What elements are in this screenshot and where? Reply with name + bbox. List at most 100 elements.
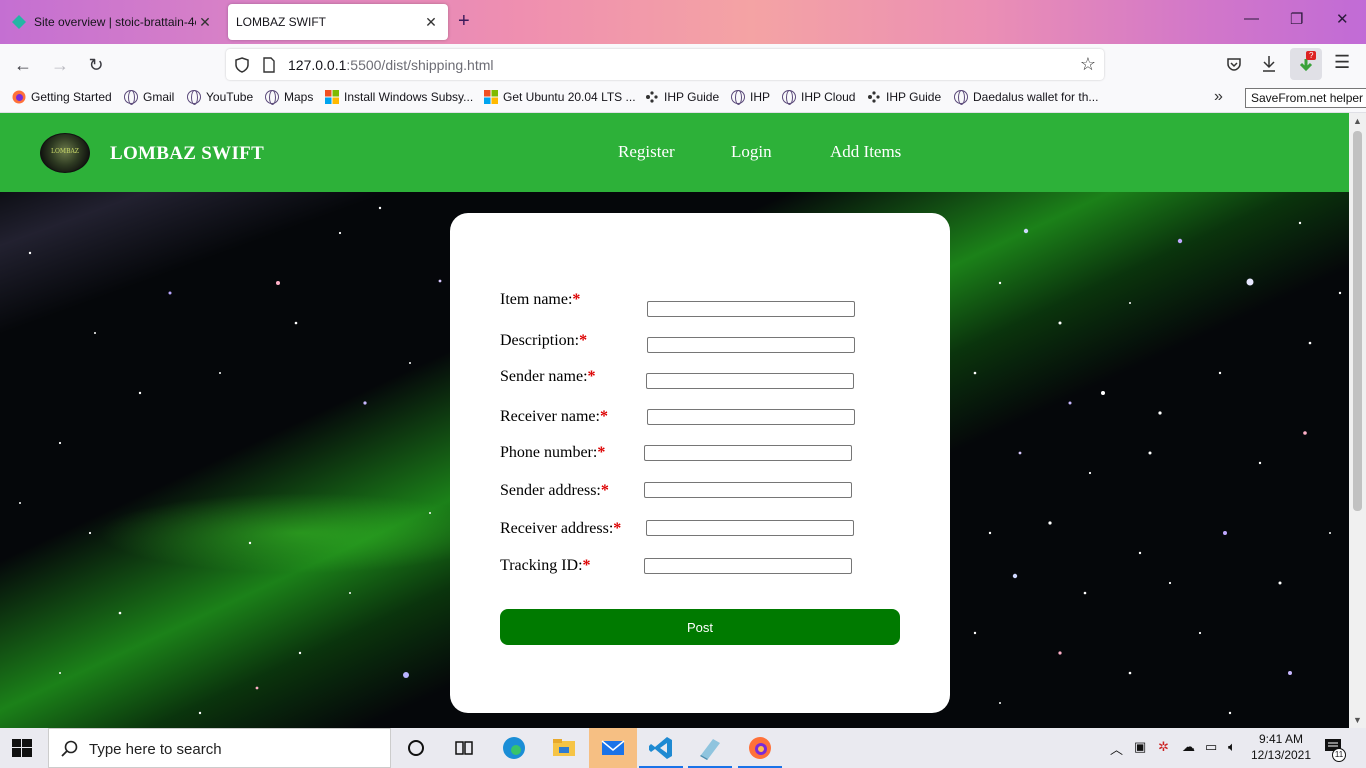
- tab-lombaz-swift[interactable]: LOMBAZ SWIFT ✕: [228, 4, 448, 40]
- bookmark-daedalus-wallet[interactable]: Daedalus wallet for th...: [954, 90, 1099, 105]
- shield-icon[interactable]: [234, 57, 250, 73]
- bookmark-label: IHP: [750, 90, 771, 104]
- cortana-icon[interactable]: [403, 735, 429, 761]
- nav-add-items-link[interactable]: Add Items: [830, 142, 901, 162]
- savefrom-icon: [1299, 59, 1313, 72]
- receiver-name-input[interactable]: [647, 409, 855, 425]
- bookmark-label: Install Windows Subsy...: [344, 90, 474, 104]
- sender-name-label: Sender name:*: [500, 368, 596, 385]
- task-view-icon[interactable]: [451, 735, 477, 761]
- bookmark-maps[interactable]: Maps: [265, 90, 313, 105]
- notification-center-icon[interactable]: 11: [1324, 738, 1346, 762]
- url-text: 127.0.0.1:5500/dist/shipping.html: [288, 57, 494, 73]
- bookmark-gmail[interactable]: Gmail: [124, 90, 174, 105]
- bookmark-label: Getting Started: [31, 90, 112, 104]
- new-tab-icon[interactable]: +: [458, 10, 470, 33]
- close-tab-icon[interactable]: ✕: [196, 14, 214, 31]
- scrollbar-thumb[interactable]: [1353, 131, 1362, 511]
- vscode-icon[interactable]: [648, 735, 674, 761]
- bookmark-getting-started[interactable]: Getting Started: [12, 90, 112, 104]
- taskbar-search-box[interactable]: Type here to search: [48, 728, 391, 768]
- globe-icon: [187, 90, 201, 105]
- site-brand[interactable]: LOMBAZ SWIFT: [110, 143, 264, 165]
- download-icon[interactable]: [1261, 55, 1277, 73]
- bookmarks-toolbar: Getting Started Gmail YouTube Maps Insta…: [0, 85, 1366, 113]
- bookmark-label: IHP Guide: [664, 90, 720, 104]
- item-name-input[interactable]: [647, 301, 855, 317]
- tab-title: Site overview | stoic-brattain-4e: [34, 15, 196, 29]
- globe-icon: [954, 90, 968, 105]
- notification-count: 11: [1332, 748, 1346, 762]
- restore-icon[interactable]: ❐: [1290, 10, 1303, 28]
- minimize-icon[interactable]: —: [1244, 10, 1259, 27]
- tray-overflow-icon[interactable]: ︿: [1110, 739, 1123, 758]
- tracking-id-input[interactable]: [644, 558, 852, 574]
- volume-icon[interactable]: 🔈︎: [1228, 739, 1236, 755]
- bookmark-install-windows-subsystem[interactable]: Install Windows Subsy...: [325, 90, 473, 104]
- globe-icon: [782, 90, 796, 105]
- clock-date: 12/13/2021: [1250, 748, 1312, 762]
- bookmark-label: Daedalus wallet for th...: [973, 90, 1099, 104]
- description-label: Description:*: [500, 332, 588, 349]
- back-icon[interactable]: ←: [10, 52, 36, 78]
- bookmark-get-ubuntu[interactable]: Get Ubuntu 20.04 LTS ...: [484, 90, 636, 104]
- close-window-icon[interactable]: ✕: [1336, 10, 1349, 28]
- receiver-address-input[interactable]: [646, 520, 854, 536]
- windows-start-icon[interactable]: [12, 739, 32, 757]
- reload-icon[interactable]: ↻: [83, 52, 109, 78]
- url-bar[interactable]: 127.0.0.1:5500/dist/shipping.html ☆: [226, 49, 1104, 80]
- sender-name-input[interactable]: [646, 373, 854, 389]
- bookmark-star-icon[interactable]: ☆: [1080, 54, 1096, 75]
- file-explorer-icon[interactable]: [551, 735, 577, 761]
- scroll-up-icon[interactable]: ▲: [1353, 116, 1362, 126]
- nav-register-link[interactable]: Register: [618, 142, 675, 162]
- description-input[interactable]: [647, 337, 855, 353]
- bookmark-ihp-cloud[interactable]: IHP Cloud: [782, 90, 855, 105]
- bookmark-youtube[interactable]: YouTube: [187, 90, 254, 105]
- dropbox-sync-error-icon[interactable]: ✲: [1158, 739, 1169, 755]
- phone-number-label: Phone number:*: [500, 444, 606, 461]
- nav-login-link[interactable]: Login: [731, 142, 772, 162]
- site-logo[interactable]: LOMBAZ: [40, 133, 90, 173]
- microsoft-icon: [484, 90, 498, 104]
- scroll-down-icon[interactable]: ▼: [1353, 715, 1362, 725]
- onedrive-icon[interactable]: ☁: [1182, 739, 1195, 755]
- bookmark-ihp-guide-2[interactable]: IHP Guide: [867, 90, 941, 104]
- notepad-icon[interactable]: [697, 735, 723, 761]
- forward-icon[interactable]: →: [47, 52, 73, 78]
- tab-title: LOMBAZ SWIFT: [236, 15, 326, 29]
- windows-taskbar: Type here to search ︿ ▣ ✲ ☁ ▭ 🔈︎ 9:41 AM…: [0, 728, 1366, 768]
- page-icon[interactable]: [262, 57, 276, 73]
- tab-site-overview[interactable]: Site overview | stoic-brattain-4e ✕: [4, 4, 222, 40]
- logo-text: LOMBAZ: [51, 148, 79, 155]
- navigation-toolbar: ← → ↻ 127.0.0.1:5500/dist/shipping.html …: [0, 44, 1366, 85]
- more-bookmarks-icon[interactable]: »: [1214, 88, 1223, 106]
- bookmark-ihp[interactable]: IHP: [731, 90, 771, 105]
- extension-tooltip: SaveFrom.net helper: [1245, 88, 1366, 108]
- ihp-icon: [868, 91, 880, 103]
- sender-address-label: Sender address:*: [500, 482, 609, 499]
- page-scrollbar[interactable]: ▲ ▼: [1349, 113, 1366, 728]
- savefrom-extension-button[interactable]: ?: [1290, 48, 1322, 80]
- tab-bar: Site overview | stoic-brattain-4e ✕ LOMB…: [0, 0, 1366, 44]
- system-clock[interactable]: 9:41 AM 12/13/2021: [1248, 731, 1314, 763]
- clock-time: 9:41 AM: [1258, 732, 1304, 746]
- phone-number-input[interactable]: [644, 445, 852, 461]
- tracking-id-label: Tracking ID:*: [500, 557, 591, 574]
- menu-icon[interactable]: ☰: [1334, 52, 1350, 73]
- page-viewport: LOMBAZ LOMBAZ SWIFT Register Login Add I…: [0, 113, 1349, 728]
- bookmark-ihp-guide[interactable]: IHP Guide: [645, 90, 719, 104]
- pocket-icon[interactable]: [1226, 56, 1242, 72]
- site-header: LOMBAZ LOMBAZ SWIFT Register Login Add I…: [0, 113, 1349, 192]
- bookmark-label: YouTube: [206, 90, 254, 104]
- close-tab-icon[interactable]: ✕: [422, 14, 440, 31]
- firefox-taskbar-icon[interactable]: [747, 735, 773, 761]
- meet-now-icon[interactable]: ▣: [1134, 739, 1146, 755]
- sender-address-input[interactable]: [644, 482, 852, 498]
- battery-icon[interactable]: ▭: [1205, 739, 1217, 755]
- receiver-address-label: Receiver address:*: [500, 520, 622, 537]
- bookmark-label: Get Ubuntu 20.04 LTS ...: [503, 90, 636, 104]
- edge-icon[interactable]: [501, 735, 527, 761]
- mail-icon[interactable]: [600, 735, 626, 761]
- post-button[interactable]: Post: [500, 609, 900, 645]
